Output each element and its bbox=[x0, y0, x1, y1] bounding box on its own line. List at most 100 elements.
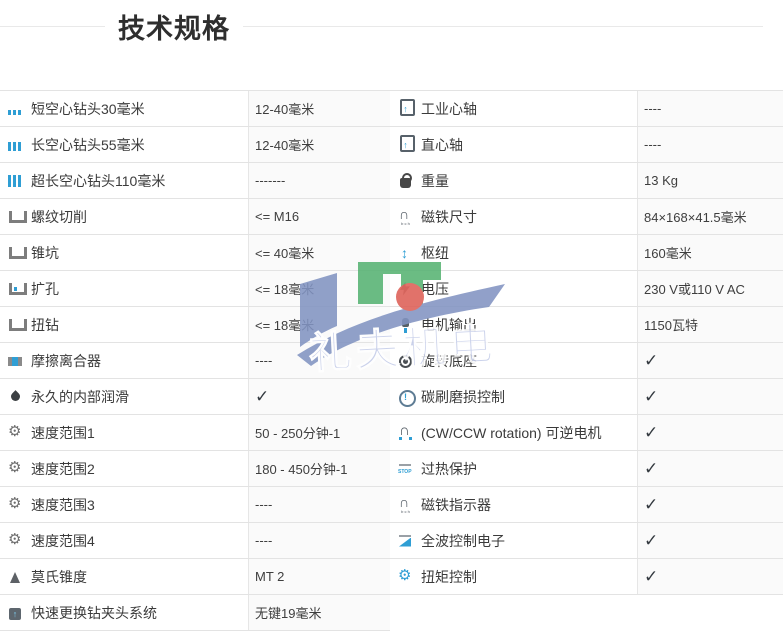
spec-value-cell: ✓ bbox=[248, 379, 390, 414]
long-core-bits-icon bbox=[8, 137, 23, 153]
spec-label: 永久的内部润滑 bbox=[31, 387, 129, 407]
spec-label-cell: 过热保护 bbox=[390, 451, 637, 486]
spec-label-cell: 莫氏锥度 bbox=[0, 559, 248, 594]
spec-value: ---- bbox=[644, 101, 661, 116]
spec-row: 锥坑<= 40毫米 bbox=[0, 235, 390, 271]
friction-clutch-icon bbox=[8, 353, 23, 369]
spec-label-cell: 摩擦离合器 bbox=[0, 343, 248, 378]
spec-label-cell: 速度范围4 bbox=[0, 523, 248, 558]
spec-value-cell: ✓ bbox=[637, 523, 783, 558]
spec-label: 碳刷磨损控制 bbox=[421, 387, 505, 407]
spec-label-cell: 直心轴 bbox=[390, 127, 637, 162]
spec-value-checkmark: ✓ bbox=[644, 351, 658, 371]
spec-value-checkmark: ✓ bbox=[644, 531, 658, 551]
spec-row: 摩擦离合器 ---- bbox=[0, 343, 390, 379]
spec-value-cell: <= 18毫米 bbox=[248, 271, 390, 306]
spec-label: 电机输出 bbox=[421, 315, 477, 335]
gear-icon bbox=[8, 461, 23, 477]
spec-value: 1150瓦特 bbox=[644, 315, 698, 334]
spec-value-cell: <= 40毫米 bbox=[248, 235, 390, 270]
spec-label-cell: 枢纽 bbox=[390, 235, 637, 270]
spec-value: 230 V或110 V AC bbox=[644, 279, 745, 298]
spec-label-cell: 超长空心钻头110毫米 bbox=[0, 163, 248, 198]
spec-value-checkmark: ✓ bbox=[644, 459, 658, 479]
spec-value-cell: ✓ bbox=[637, 415, 783, 450]
spec-row: 速度范围2 180 - 450分钟-1 bbox=[0, 451, 390, 487]
spec-value-cell: 230 V或110 V AC bbox=[637, 271, 783, 306]
spec-row: 旋转底座✓ bbox=[390, 343, 783, 379]
spec-value-cell: 50 - 250分钟-1 bbox=[248, 415, 390, 450]
spec-label-cell: 扩孔 bbox=[0, 271, 248, 306]
spec-value: 160毫米 bbox=[644, 243, 692, 262]
spec-label: 莫氏锥度 bbox=[31, 567, 87, 587]
gear-icon bbox=[8, 497, 23, 513]
spec-row: 螺纹切削 <= M16 bbox=[0, 199, 390, 235]
spec-label: 速度范围2 bbox=[31, 459, 95, 479]
spec-label-cell: 短空心钻头30毫米 bbox=[0, 91, 248, 126]
straight-arbor-icon bbox=[398, 137, 413, 153]
spec-value-cell: ✓ bbox=[637, 379, 783, 414]
spec-value-checkmark: ✓ bbox=[644, 495, 658, 515]
spec-tables: 短空心钻头30毫米12-40毫米长空心钻头55毫米12-40毫米超长空心钻头11… bbox=[0, 90, 783, 631]
spec-value-cell: ✓ bbox=[637, 451, 783, 486]
spec-value-cell: 无键19毫米 bbox=[248, 595, 390, 630]
spec-label-cell: 快速更换钻夹头系统 bbox=[0, 595, 248, 630]
spec-label: 螺纹切削 bbox=[31, 207, 87, 227]
morse-taper-icon bbox=[8, 569, 23, 585]
spec-row: 全波控制电子✓ bbox=[390, 523, 783, 559]
spec-row: 快速更换钻夹头系统无键19毫米 bbox=[0, 595, 390, 631]
spec-row: 扭矩控制✓ bbox=[390, 559, 783, 595]
spec-label-cell: 螺纹切削 bbox=[0, 199, 248, 234]
spec-label-cell: 电压 bbox=[390, 271, 637, 306]
spec-value: ---- bbox=[644, 137, 661, 152]
spec-label-cell: 速度范围3 bbox=[0, 487, 248, 522]
spec-row: 速度范围3 ---- bbox=[0, 487, 390, 523]
spec-value-cell: ---- bbox=[248, 343, 390, 378]
motor-output-icon bbox=[398, 317, 413, 333]
brush-wear-icon bbox=[398, 389, 413, 405]
spec-row: 速度范围150 - 250分钟-1 bbox=[0, 415, 390, 451]
spec-value-cell: <= 18毫米 bbox=[248, 307, 390, 342]
spec-value-cell: ---- bbox=[637, 127, 783, 162]
spec-label: 磁铁尺寸 bbox=[421, 207, 477, 227]
spec-label-cell: 速度范围1 bbox=[0, 415, 248, 450]
weight-icon bbox=[398, 173, 413, 189]
countersink-icon bbox=[8, 245, 23, 261]
spec-label-cell: 碳刷磨损控制 bbox=[390, 379, 637, 414]
thread-cutting-icon bbox=[8, 209, 23, 225]
spec-value-cell: ---- bbox=[248, 487, 390, 522]
spec-value-cell: 12-40毫米 bbox=[248, 91, 390, 126]
header-rule-left bbox=[0, 26, 105, 27]
spec-label-cell: 速度范围2 bbox=[0, 451, 248, 486]
spec-value: ---- bbox=[255, 533, 272, 548]
spec-value: <= 18毫米 bbox=[255, 279, 314, 298]
industrial-arbor-icon bbox=[398, 101, 413, 117]
spec-value: 13 Kg bbox=[644, 173, 678, 188]
spec-row: 碳刷磨损控制 ✓ bbox=[390, 379, 783, 415]
spec-value-cell: ✓ bbox=[637, 559, 783, 594]
chuck-system-icon bbox=[8, 605, 23, 621]
spec-value: 180 - 450分钟-1 bbox=[255, 459, 348, 478]
spec-row: 过热保护 ✓ bbox=[390, 451, 783, 487]
header-rule-right bbox=[243, 26, 763, 27]
spec-value-cell: ✓ bbox=[637, 343, 783, 378]
right-spec-table: 工业心轴----直心轴----重量13 Kg磁铁尺寸84×168×41.5毫米枢… bbox=[390, 90, 783, 595]
spec-label: 过热保护 bbox=[421, 459, 477, 479]
spec-row: 超长空心钻头110毫米------- bbox=[0, 163, 390, 199]
spec-value-cell: 1150瓦特 bbox=[637, 307, 783, 342]
spec-row: 直心轴 ---- bbox=[390, 127, 783, 163]
spec-page: 技术规格 短空心钻头30毫米12-40毫米长空心钻头55毫米12-40毫米超长空… bbox=[0, 0, 783, 633]
spec-value: <= M16 bbox=[255, 209, 299, 224]
spec-value: <= 40毫米 bbox=[255, 243, 314, 262]
spec-value: 无键19毫米 bbox=[255, 603, 321, 622]
spec-value: 12-40毫米 bbox=[255, 135, 314, 154]
spec-label: 电压 bbox=[421, 279, 449, 299]
spec-label: 速度范围4 bbox=[31, 531, 95, 551]
spec-label: 超长空心钻头110毫米 bbox=[31, 171, 165, 191]
voltage-bolt-icon bbox=[398, 281, 413, 297]
spec-label: 摩擦离合器 bbox=[31, 351, 101, 371]
stroke-icon bbox=[398, 245, 413, 261]
spec-label: 速度范围3 bbox=[31, 495, 95, 515]
spec-label-cell: 扭矩控制 bbox=[390, 559, 637, 594]
spec-label: 直心轴 bbox=[421, 135, 463, 155]
